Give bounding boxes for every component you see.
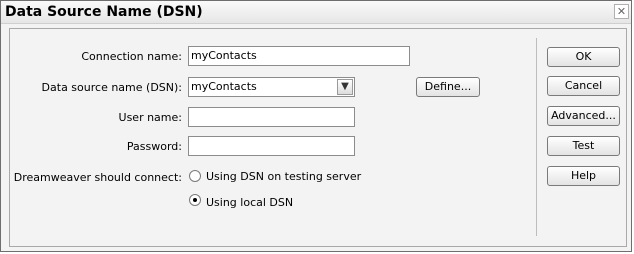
- advanced-button[interactable]: Advanced...: [547, 106, 620, 126]
- password-input[interactable]: [188, 136, 355, 156]
- cancel-button[interactable]: Cancel: [547, 76, 620, 96]
- dsn-dialog: Data Source Name (DSN) ✕ Connection name…: [0, 0, 632, 252]
- password-label: Password:: [126, 140, 182, 153]
- radio-local-dsn-label: Using local DSN: [206, 196, 294, 209]
- radio-selected-dot: [193, 198, 197, 202]
- titlebar: Data Source Name (DSN) ✕: [1, 1, 631, 24]
- user-name-input[interactable]: [188, 107, 355, 127]
- connection-name-label: Connection name:: [81, 50, 182, 63]
- radio-testing-server[interactable]: [189, 170, 201, 182]
- dsn-label: Data source name (DSN):: [41, 81, 182, 94]
- user-name-label: User name:: [118, 111, 182, 124]
- dsn-select-value: myContacts: [191, 80, 257, 93]
- connect-label: Dreamweaver should connect:: [13, 171, 182, 184]
- define-button[interactable]: Define...: [416, 77, 480, 97]
- radio-testing-server-label: Using DSN on testing server: [206, 170, 362, 183]
- dialog-content: Connection name: myContacts Data source …: [9, 28, 627, 247]
- close-icon[interactable]: ✕: [614, 4, 629, 19]
- ok-button[interactable]: OK: [547, 47, 620, 67]
- window-title: Data Source Name (DSN): [5, 4, 203, 20]
- connection-name-input[interactable]: myContacts: [188, 46, 410, 66]
- radio-local-dsn[interactable]: [189, 194, 201, 206]
- button-column-separator: [536, 38, 537, 236]
- dsn-select[interactable]: myContacts ▼: [188, 77, 355, 97]
- chevron-down-icon[interactable]: ▼: [337, 79, 353, 95]
- test-button[interactable]: Test: [547, 136, 620, 156]
- help-button[interactable]: Help: [547, 166, 620, 186]
